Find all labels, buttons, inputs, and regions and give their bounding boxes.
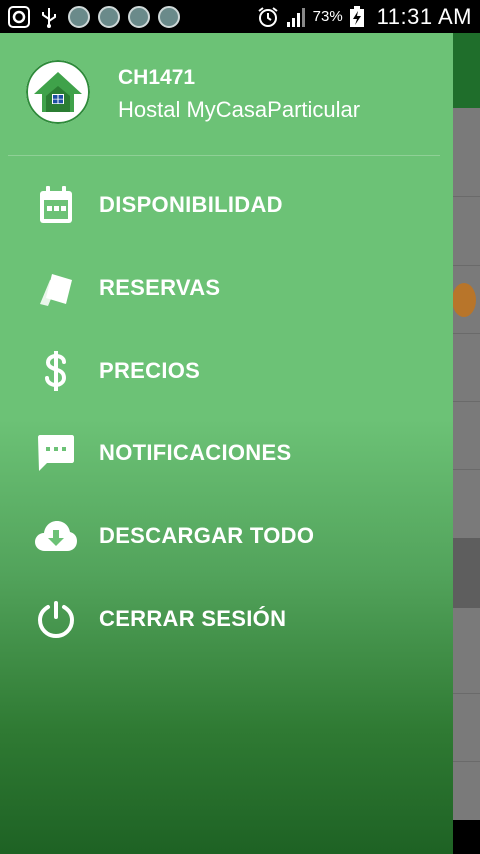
menu-item-disponibilidad[interactable]: DISPONIBILIDAD <box>0 164 453 246</box>
chat-icon <box>34 431 78 475</box>
menu-item-label: DESCARGAR TODO <box>99 523 315 548</box>
menu-item-label: RESERVAS <box>99 275 221 300</box>
menu-item-label: DISPONIBILIDAD <box>99 192 283 217</box>
status-dot <box>452 283 476 317</box>
status-bar: 73% 11:31 AM <box>0 0 480 33</box>
calendar-icon <box>34 183 78 227</box>
menu-item-cerrar-sesion[interactable]: CERRAR SESIÓN <box>0 578 453 660</box>
app-notification-icon <box>98 5 120 28</box>
menu-item-precios[interactable]: PRECIOS <box>0 330 453 412</box>
navigation-drawer: CH1471 Hostal MyCasaParticular DISPONIBI… <box>0 33 453 854</box>
user-code: CH1471 <box>118 66 196 89</box>
header-divider <box>8 155 440 156</box>
cloud-download-icon <box>34 514 78 558</box>
app-notification-icon <box>68 5 90 28</box>
battery-charging-icon <box>349 5 371 28</box>
battery-percent: 73% <box>312 8 343 25</box>
power-icon <box>34 597 78 641</box>
app-notification-icon <box>158 5 180 28</box>
menu-item-notificaciones[interactable]: NOTIFICACIONES <box>0 412 453 494</box>
clock: 11:31 AM <box>376 3 472 29</box>
user-name: Hostal MyCasaParticular <box>118 97 361 122</box>
menu-item-label: NOTIFICACIONES <box>99 440 292 465</box>
usb-icon <box>38 6 60 28</box>
menu-item-reservas[interactable]: RESERVAS <box>0 247 453 329</box>
signal-icon <box>285 6 307 28</box>
drawer-header: CH1471 Hostal MyCasaParticular <box>0 33 453 155</box>
camera-icon <box>8 5 30 28</box>
alarm-icon <box>257 6 279 28</box>
dollar-icon <box>34 349 78 393</box>
app-notification-icon <box>128 5 150 28</box>
avatar[interactable] <box>26 60 90 124</box>
menu-item-label: CERRAR SESIÓN <box>99 606 287 631</box>
menu-item-descargar-todo[interactable]: DESCARGAR TODO <box>0 495 453 577</box>
house-logo-icon <box>26 60 90 124</box>
menu-item-label: PRECIOS <box>99 358 201 383</box>
tags-icon <box>34 266 78 310</box>
